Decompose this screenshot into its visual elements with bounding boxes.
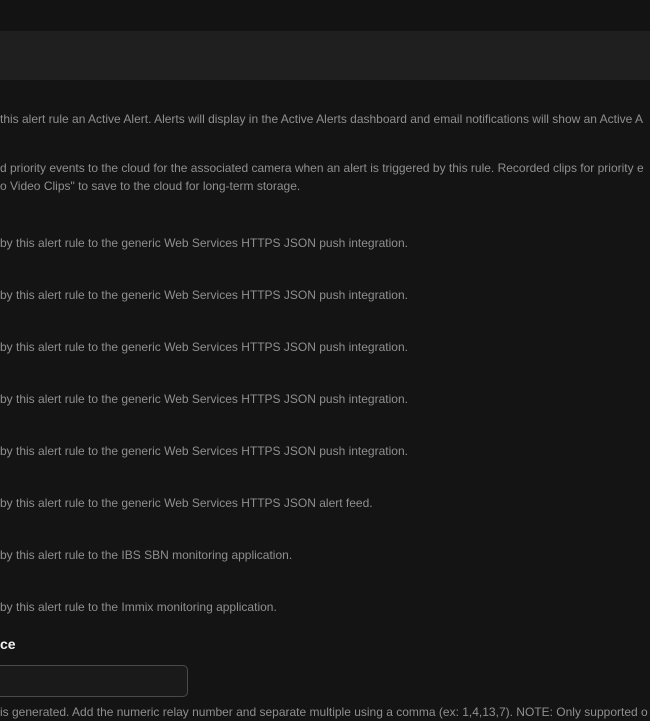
https-alert-feed-description: by this alert rule to the generic Web Se…: [0, 496, 373, 510]
https-push-description-1: by this alert rule to the generic Web Se…: [0, 236, 408, 250]
https-push-description-5: by this alert rule to the generic Web Se…: [0, 444, 408, 458]
https-push-description-2: by this alert rule to the generic Web Se…: [0, 288, 408, 302]
ibs-sbn-description: by this alert rule to the IBS SBN monito…: [0, 548, 293, 562]
relay-help-text: is generated. Add the numeric relay numb…: [0, 705, 648, 719]
relay-input[interactable]: [0, 665, 188, 697]
https-push-description-3: by this alert rule to the generic Web Se…: [0, 340, 408, 354]
top-strip: [0, 0, 650, 31]
active-alert-description: this alert rule an Active Alert. Alerts …: [0, 112, 643, 126]
immix-description: by this alert rule to the Immix monitori…: [0, 600, 277, 614]
section-header-bar: [0, 31, 650, 80]
priority-upload-description-line1: d priority events to the cloud for the a…: [0, 161, 644, 175]
priority-upload-description-line2: o Video Clips" to save to the cloud for …: [0, 179, 301, 193]
relay-field-label: ce: [0, 636, 16, 652]
https-push-description-4: by this alert rule to the generic Web Se…: [0, 392, 408, 406]
